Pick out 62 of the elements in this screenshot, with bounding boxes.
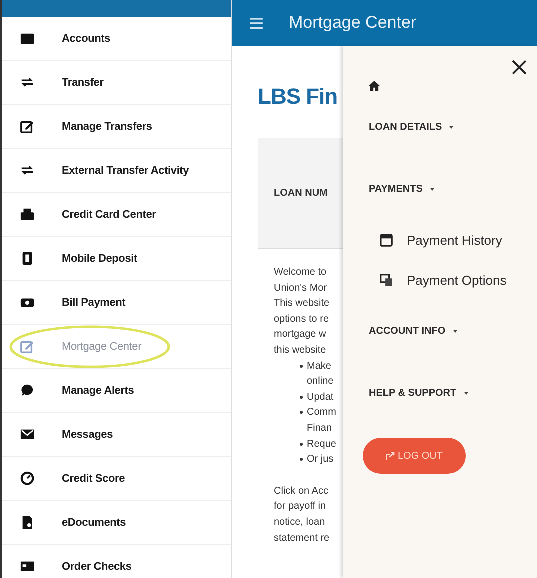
bullet-text: Finan	[307, 422, 334, 436]
bullet-dot	[300, 458, 303, 462]
bullet-text: Or jus	[307, 453, 334, 468]
paragraph-line: Click on Acc	[274, 484, 330, 499]
menu-link[interactable]: Payment Options	[369, 260, 537, 300]
caret-icon	[449, 126, 454, 128]
sidebar-item[interactable]: Credit Score	[2, 457, 231, 501]
close-icon[interactable]	[512, 60, 527, 75]
bullet-text: Comm	[307, 406, 336, 420]
caret-icon	[430, 188, 435, 190]
bullet-text: Reque	[307, 438, 336, 452]
sidebar-item[interactable]: Messages	[2, 413, 231, 457]
gauge-icon	[20, 471, 35, 486]
caret-icon	[452, 330, 458, 332]
calendar-icon	[380, 234, 393, 246]
bank-name-heading: LBS Fin	[258, 84, 339, 110]
bullet-dot	[300, 442, 303, 446]
paragraph-line: for payoff in	[274, 500, 328, 514]
paragraph-line: options to re	[274, 312, 330, 327]
sidebar-item[interactable]: Mobile Deposit	[2, 237, 231, 281]
menu-section[interactable]: ACCOUNT INFO	[369, 300, 537, 362]
wallet-icon	[20, 31, 35, 46]
sidebar-item[interactable]: External Transfer Activity	[2, 149, 231, 193]
menu-section[interactable]: PAYMENTS	[369, 158, 537, 220]
paragraph-line: statement re	[274, 532, 331, 546]
paragraph-line: mortgage w	[274, 328, 328, 342]
logout-icon	[386, 452, 395, 460]
bullet-text: online	[307, 375, 334, 390]
paragraph-line: Union's Mor	[274, 282, 328, 296]
menu-icon[interactable]	[250, 18, 263, 28]
bullet-text: Make	[307, 360, 332, 374]
card-icon	[20, 207, 35, 222]
sidebar-item[interactable]: Credit Card Center	[2, 193, 231, 237]
bullet-text: Updat	[307, 390, 334, 405]
sidebar-item[interactable]: eDocuments	[2, 501, 231, 545]
sidebar-item[interactable]: Manage Transfers	[2, 105, 231, 149]
options-icon	[380, 274, 393, 286]
loan-number-label: LOAN NUM	[274, 188, 328, 198]
bullet-dot	[300, 364, 303, 368]
sidebar-item[interactable]: Manage Alerts	[2, 369, 231, 413]
menu-section[interactable]: HELP & SUPPORT	[369, 362, 537, 424]
menu-link[interactable]: Payment History	[369, 220, 537, 260]
sidebar-item[interactable]: Order Checks	[2, 545, 231, 578]
paragraph-line: notice, loan	[274, 516, 326, 530]
home-icon[interactable]	[369, 81, 380, 91]
bullet-dot	[300, 396, 303, 399]
sidebar-item[interactable]: Transfer	[2, 61, 231, 105]
document-icon	[20, 515, 35, 530]
bubble-icon	[20, 383, 35, 398]
envelope-icon	[20, 427, 35, 442]
edit-icon	[20, 119, 35, 134]
page-title: Mortgage Center	[289, 13, 417, 33]
paragraph-line: Welcome to	[274, 266, 328, 280]
edit-icon	[20, 339, 35, 354]
menu-section[interactable]: LOAN DETAILS	[369, 96, 537, 158]
paragraph-line: This website	[274, 297, 331, 312]
paragraph-line: this website	[274, 344, 328, 358]
bullet-dot	[300, 411, 303, 414]
phone-icon	[20, 251, 35, 266]
sidebar-item[interactable]: Bill Payment	[2, 281, 231, 325]
sidebar-item[interactable]: Accounts	[2, 17, 231, 61]
caret-icon	[464, 392, 469, 394]
